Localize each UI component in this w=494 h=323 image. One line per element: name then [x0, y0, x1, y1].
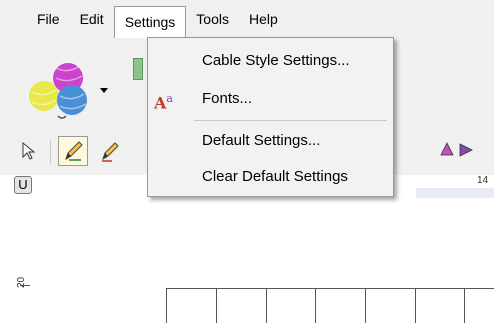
- menu-separator: [194, 120, 387, 121]
- menu-settings[interactable]: Settings: [113, 6, 187, 38]
- toolbar-icon-partial[interactable]: [133, 58, 143, 80]
- menu-item-cable-style-settings[interactable]: Cable Style Settings...: [148, 46, 393, 76]
- play-tool-icon[interactable]: [458, 142, 474, 158]
- menu-help[interactable]: Help: [239, 4, 288, 34]
- grid-line: [464, 289, 465, 323]
- grid-line: [166, 289, 167, 323]
- grid-line: [415, 289, 416, 323]
- grid-line: [266, 289, 267, 323]
- cursor-icon[interactable]: [18, 140, 40, 162]
- u-button[interactable]: U: [14, 176, 32, 194]
- grid-line: [216, 289, 217, 323]
- grid-line: [365, 289, 366, 323]
- menu-item-default-settings[interactable]: Default Settings...: [148, 126, 393, 156]
- menu-item-label: Default Settings...: [202, 132, 321, 149]
- menu-edit[interactable]: Edit: [70, 4, 114, 34]
- yarn-balls-icon[interactable]: [22, 56, 102, 122]
- grid-line: [315, 289, 316, 323]
- menu-item-clear-default-settings[interactable]: Clear Default Settings: [148, 162, 393, 192]
- toolbar-separator: [50, 140, 51, 164]
- menu-tools[interactable]: Tools: [186, 4, 239, 34]
- menu-item-label: Fonts...: [202, 90, 253, 107]
- menu-bar: File Edit Settings Tools Help: [0, 0, 494, 38]
- pencil-icon: [65, 141, 83, 161]
- pencil-red-icon[interactable]: [100, 140, 122, 162]
- menu-item-fonts[interactable]: Aa Fonts...: [148, 84, 393, 114]
- fonts-icon: Aa: [154, 92, 173, 113]
- menu-item-label: Cable Style Settings...: [202, 52, 350, 69]
- ruler-top-label: 14: [477, 175, 489, 186]
- chevron-down-icon[interactable]: [100, 88, 108, 93]
- menu-file[interactable]: File: [27, 4, 70, 34]
- chart-grid[interactable]: [166, 288, 494, 323]
- ruler-top: [416, 188, 494, 198]
- triangle-tool-icon[interactable]: [440, 142, 454, 156]
- ruler-left-label: 20: [16, 276, 27, 288]
- menu-item-label: Clear Default Settings: [202, 168, 348, 185]
- pencil-tool-button[interactable]: [58, 136, 88, 166]
- settings-dropdown-menu: Cable Style Settings... Aa Fonts... Defa…: [147, 37, 394, 197]
